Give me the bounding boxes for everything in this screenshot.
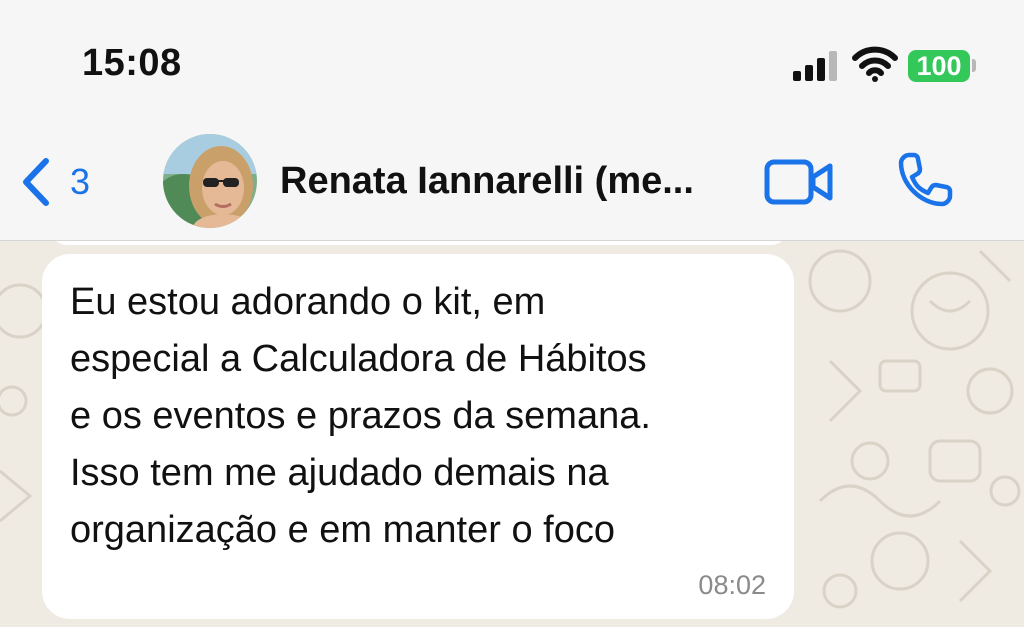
contact-name[interactable]: Renata Iannarelli (me... bbox=[280, 160, 750, 203]
cellular-signal-icon bbox=[793, 51, 837, 81]
unread-chats-count: 3 bbox=[70, 161, 91, 202]
chat-area[interactable]: Eu estou adorando o kit, em especial a C… bbox=[0, 241, 1024, 627]
video-call-icon[interactable] bbox=[764, 157, 834, 207]
chevron-left-icon bbox=[23, 158, 49, 206]
phone-icon[interactable] bbox=[895, 150, 955, 210]
message-bubble[interactable]: Eu estou adorando o kit, em especial a C… bbox=[42, 254, 794, 619]
chat-header: 15:08 100 3 Renata Iannarelli (me... bbox=[0, 0, 1024, 241]
battery-indicator: 100 bbox=[908, 50, 970, 82]
message-timestamp: 08:02 bbox=[698, 570, 766, 600]
message-line: especial a Calculadora de Hábitos bbox=[70, 338, 647, 380]
wifi-icon bbox=[852, 46, 898, 82]
contact-avatar[interactable] bbox=[163, 134, 257, 228]
message-line: Eu estou adorando o kit, em bbox=[70, 281, 546, 323]
previous-message-bubble bbox=[50, 241, 788, 245]
back-button[interactable]: 3 bbox=[18, 152, 90, 212]
message-line: organização e em manter o foco bbox=[70, 509, 615, 551]
battery-tip bbox=[972, 59, 976, 72]
avatar-photo bbox=[163, 134, 257, 228]
message-text: Eu estou adorando o kit, em especial a C… bbox=[70, 274, 770, 559]
message-line: e os eventos e prazos da semana. bbox=[70, 395, 651, 437]
status-bar-time: 15:08 bbox=[82, 42, 182, 84]
message-line: Isso tem me ajudado demais na bbox=[70, 452, 609, 494]
